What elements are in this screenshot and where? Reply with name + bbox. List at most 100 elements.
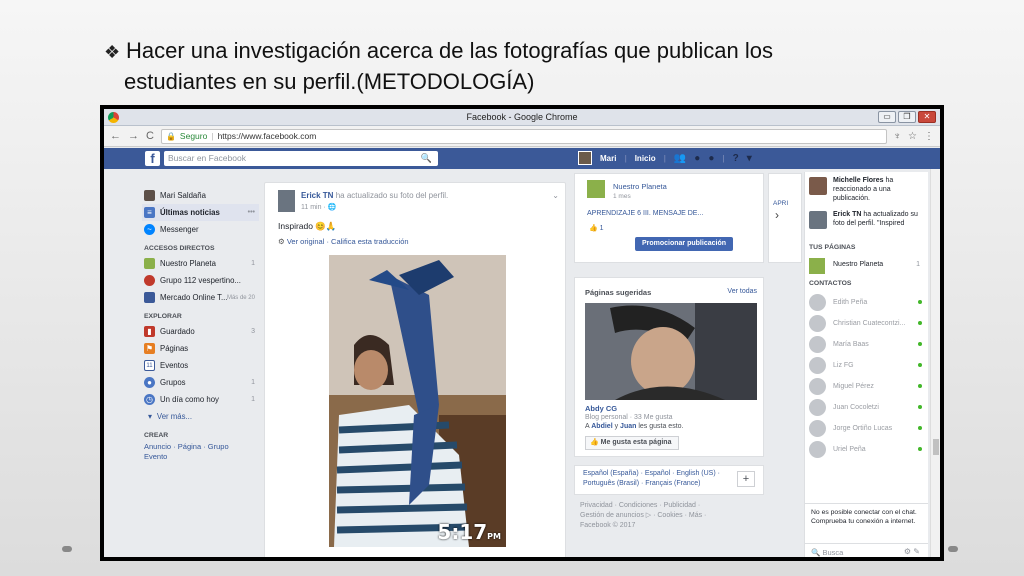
facebook-search-input[interactable]: Buscar en Facebook 🔍 (164, 151, 438, 166)
url-text[interactable]: https://www.facebook.com (218, 131, 317, 141)
home-link[interactable]: Inicio (635, 154, 656, 163)
friend-requests-icon[interactable]: 👥 (674, 153, 686, 164)
minimize-button[interactable]: ▭ (878, 111, 896, 123)
create-links[interactable]: Anuncio · Página · Grupo (144, 442, 259, 452)
sidebar-item-pages[interactable]: ⚑ Páginas (144, 340, 259, 357)
chevron-down-icon[interactable]: ⌄ (552, 191, 559, 200)
like-page-button[interactable]: 👍 Me gusta esta página (585, 436, 679, 450)
post-time[interactable]: 11 min · 🌐 (301, 203, 336, 211)
sidebar-item-events[interactable]: 11 Eventos (144, 357, 259, 374)
notifications-icon[interactable]: ● (708, 153, 714, 164)
facebook-logo-icon[interactable]: f (145, 151, 160, 166)
sidebar-item-profile[interactable]: Mari Saldaña (144, 187, 259, 204)
back-icon[interactable]: ← (110, 130, 121, 142)
sidebar-item-shortcut[interactable]: Mercado Online T... Más de 20 (144, 289, 259, 306)
address-bar[interactable]: 🔒 Seguro | https://www.facebook.com (160, 128, 887, 144)
suggested-page-image[interactable] (585, 303, 757, 400)
create-links-2[interactable]: Evento (144, 452, 259, 462)
language-card: Español (España) · Español · English (US… (574, 465, 764, 495)
see-original-link[interactable]: Ver original (287, 237, 325, 246)
page-avatar[interactable] (587, 180, 605, 198)
contact-item[interactable]: María Baas (805, 334, 928, 355)
chevron-right-icon[interactable]: › (775, 208, 779, 222)
user-name-link[interactable]: Mari (600, 154, 616, 163)
page-post-text[interactable]: APRENDIZAJE 6 III. MENSAJE DE... (587, 210, 703, 217)
contact-item[interactable]: Miguel Pérez (805, 376, 928, 397)
user-avatar[interactable] (578, 151, 592, 165)
title-line-2: estudiantes en su perfil.(METODOLOGÍA) (124, 69, 535, 94)
post-photo[interactable]: 5:17PM (329, 255, 506, 547)
see-all-link[interactable]: Ver todas (727, 288, 757, 295)
friend-link[interactable]: Abdiel (591, 423, 612, 430)
friends-prefix: A (585, 423, 590, 430)
page-scrollbar[interactable] (930, 169, 940, 557)
contact-item[interactable]: Christian Cuatecontzi... (805, 313, 928, 334)
forward-icon[interactable]: → (128, 130, 139, 142)
contact-item[interactable]: Jorge Ortiño Lucas (805, 418, 928, 439)
add-language-button[interactable]: + (737, 471, 755, 487)
star-icon[interactable]: ☆ (908, 131, 917, 142)
explore-heading: EXPLORAR (144, 313, 182, 320)
messages-icon[interactable]: ● (694, 153, 700, 164)
sidebar-item-memories[interactable]: ◷ Un día como hoy 1 (144, 391, 259, 408)
chat-search-input[interactable]: 🔍 Busca ⚙ ✎ (805, 543, 928, 557)
suggested-page-name[interactable]: Abdy CG (585, 404, 617, 413)
friend-link[interactable]: Juan (620, 423, 636, 430)
footer-line-1[interactable]: Privacidad · Condiciones · Publicidad · (580, 501, 760, 511)
sidebar-item-saved[interactable]: ▮ Guardado 3 (144, 323, 259, 340)
your-page-item[interactable]: Nuestro Planeta 1 (805, 256, 928, 276)
reload-icon[interactable]: C (146, 130, 154, 142)
sidebar-item-label: Messenger (160, 225, 199, 234)
avatar (809, 211, 827, 229)
menu-icon[interactable]: ⋮ (924, 131, 934, 142)
search-placeholder: Buscar en Facebook (168, 153, 246, 163)
extension-icon[interactable]: ♆ (894, 131, 902, 142)
contact-item[interactable]: Liz FG (805, 355, 928, 376)
contact-item[interactable]: Juan Cocoletzi (805, 397, 928, 418)
rate-translation-link[interactable]: Califica esta traducción (331, 237, 409, 246)
suggested-photo (585, 303, 757, 400)
footer-line-3: Facebook © 2017 (580, 522, 636, 529)
sidebar-item-label: Mercado Online T... (160, 293, 228, 302)
photo-pm: PM (487, 532, 501, 541)
promote-post-button[interactable]: Promocionar publicación (635, 237, 733, 251)
close-button[interactable]: ✕ (918, 111, 936, 123)
avatar (809, 315, 826, 332)
sidebar-item-label: Grupos (160, 378, 186, 387)
friends-suffix: les gusta esto. (638, 423, 684, 430)
gear-icon[interactable]: ⚙ ✎ (904, 547, 920, 556)
scrollbar-thumb[interactable] (933, 439, 939, 455)
sidebar-item-shortcut[interactable]: Grupo 112 vespertino... (144, 272, 259, 289)
help-icon[interactable]: ? (733, 153, 739, 164)
profile-avatar (144, 190, 155, 201)
like-count: 👍 1 (589, 224, 604, 232)
ticker-item[interactable]: Michelle Flores ha reaccionado a una pub… (805, 172, 928, 206)
languages-line-2[interactable]: Português (Brasil) · Français (France) (583, 479, 755, 489)
sidebar-item-label: Eventos (160, 361, 189, 370)
chevron-down-icon[interactable]: ▾ (747, 153, 752, 164)
sidebar-item-messenger[interactable]: ~ Messenger (144, 221, 259, 238)
right-sidebar: Michelle Flores ha reaccionado a una pub… (804, 172, 928, 557)
online-indicator (918, 363, 922, 367)
ticker-item[interactable]: Erick TN ha actualizado su foto del perf… (805, 206, 928, 240)
post-author-avatar[interactable] (278, 190, 295, 212)
search-icon[interactable]: 🔍 (421, 151, 432, 166)
your-pages-heading: TUS PÁGINAS (809, 244, 856, 251)
online-indicator (918, 447, 922, 451)
sidebar-item-groups[interactable]: ● Grupos 1 (144, 374, 259, 391)
page-name[interactable]: Nuestro Planeta (613, 182, 667, 191)
post-author[interactable]: Erick TN (301, 191, 333, 200)
more-icon[interactable]: ••• (248, 209, 255, 216)
online-indicator (918, 384, 922, 388)
sidebar-item-news[interactable]: ≡ Últimas noticias ••• (142, 204, 259, 221)
maximize-button[interactable]: ❐ (898, 111, 916, 123)
contact-item[interactable]: Edith Peña (805, 292, 928, 313)
see-more-link[interactable]: ▾ Ver más... (144, 408, 259, 425)
online-indicator (918, 300, 922, 304)
page-post-card: Nuestro Planeta 1 mes APRENDIZAJE 6 III.… (574, 173, 764, 263)
contact-item[interactable]: Uriel Peña (805, 439, 928, 460)
sidebar-item-shortcut[interactable]: Nuestro Planeta 1 (144, 255, 259, 272)
languages-line-1[interactable]: Español (España) · Español · English (US… (583, 469, 755, 479)
contact-name: Juan Cocoletzi (833, 404, 879, 411)
footer-line-2[interactable]: Gestión de anuncios ▷ · Cookies · Más · (580, 511, 760, 521)
